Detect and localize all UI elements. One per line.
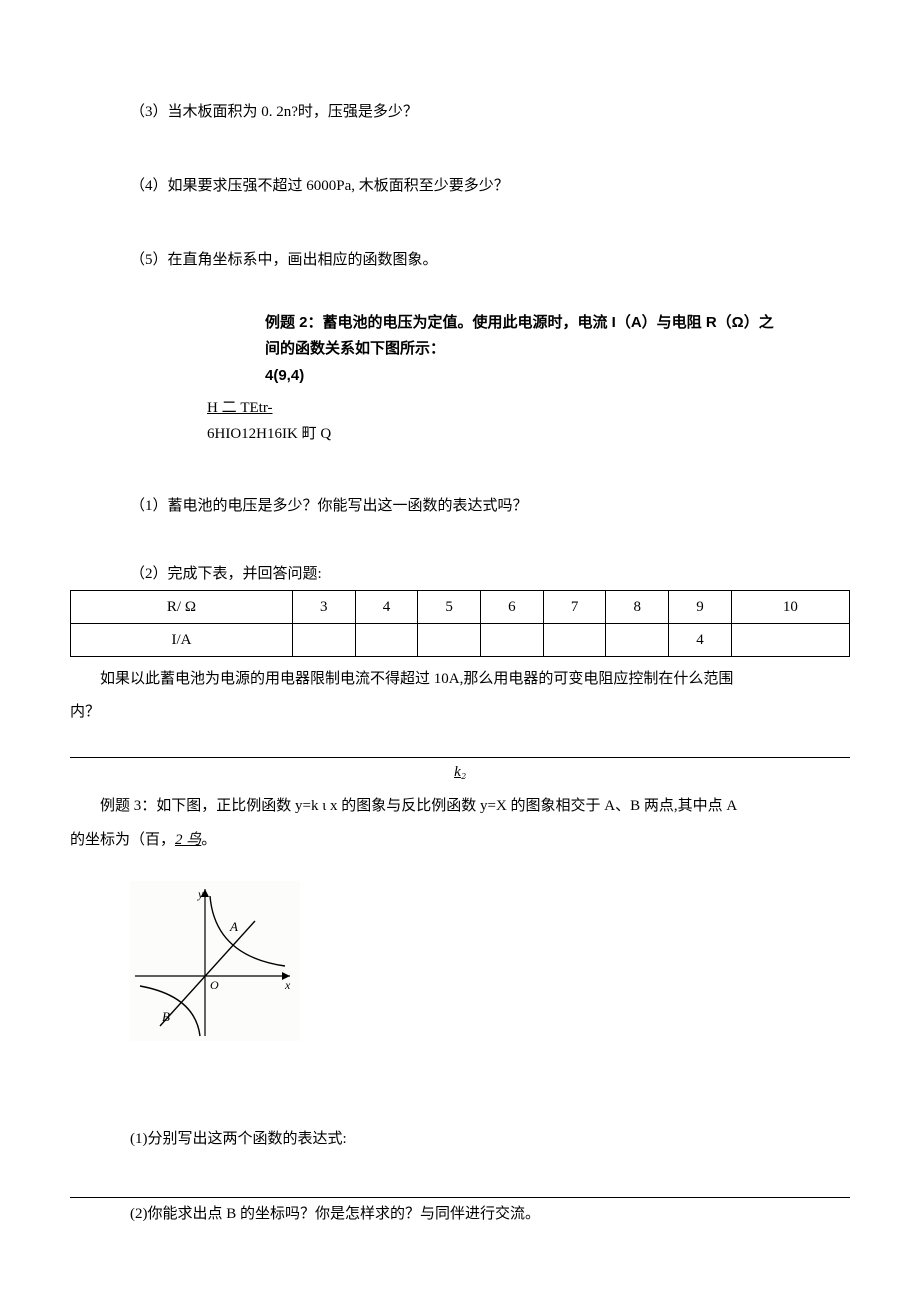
example-3-text1: 例题 3：如下图，正比例函数 y=k ι x 的图象与反比例函数 y=X 的图象… (100, 798, 737, 814)
table-header-cell: 5 (418, 590, 481, 623)
table-cell (606, 623, 669, 656)
question-2b: (2)你能求出点 B 的坐标吗？你是怎样求的？与同伴进行交流。 (130, 1202, 860, 1226)
example-2-line1: 例题 2：蓄电池的电压为定值。使用此电源时，电流 I（A）与电阻 R（Ω）之 (265, 310, 860, 336)
followup-paragraph-2: 内？ (70, 696, 850, 729)
horizontal-rule-2 (70, 1197, 850, 1198)
table-cell (543, 623, 606, 656)
table-header-cell: 3 (292, 590, 355, 623)
example-3-italic: 2 鸟 (175, 832, 201, 848)
example-3-prefix: 的坐标为（百， (70, 832, 175, 848)
sub-question-2-text: （2）完成下表，并回答问题: (130, 566, 322, 582)
table-cell (292, 623, 355, 656)
table-header-cell: 7 (543, 590, 606, 623)
table-cell (355, 623, 418, 656)
svg-text:O: O (210, 978, 219, 992)
followup-text: 如果以此蓄电池为电源的用电器限制电流不得超过 10A,那么用电器的可变电阻应控制… (100, 671, 733, 687)
svg-text:A: A (229, 919, 238, 934)
table-cell: 4 (669, 623, 732, 656)
garble-underlined: H 二 TEtr- (207, 400, 273, 416)
svg-text:y: y (197, 887, 204, 901)
question-4-text: （4）如果要求压强不超过 6000Pa, 木板面积至少要多少？ (130, 178, 509, 194)
example-3-line1: 例题 3：如下图，正比例函数 y=k ι x 的图象与反比例函数 y=X 的图象… (70, 788, 850, 824)
table-header-cell: 10 (731, 590, 849, 623)
question-1b-text: (1)分别写出这两个函数的表达式: (130, 1131, 347, 1147)
example-2-garble: H 二 TEtr- 6HIO12H16IK 町 Q (207, 395, 860, 448)
followup-paragraph: 如果以此蓄电池为电源的用电器限制电流不得超过 10A,那么用电器的可变电阻应控制… (70, 663, 850, 696)
sub-question-2-label: （2）完成下表，并回答问题: (130, 562, 860, 586)
table-header-cell: 6 (481, 590, 544, 623)
svg-text:B: B (162, 1009, 170, 1024)
sub-question-1: （1）蓄电池的电压是多少？你能写出这一函数的表达式吗？ (130, 494, 860, 518)
function-graph-icon: y x O A B (130, 881, 300, 1041)
example-3-line2: 的坐标为（百，2 鸟。 (70, 824, 850, 857)
question-4: （4）如果要求压强不超过 6000Pa, 木板面积至少要多少？ (130, 174, 860, 198)
example-2-coord: 4(9,4) (265, 363, 860, 389)
table-header-cell: 4 (355, 590, 418, 623)
table-cell: I/A (71, 623, 293, 656)
example-2-line2: 间的函数关系如下图所示： (265, 336, 860, 362)
question-5-text: （5）在直角坐标系中，画出相应的函数图象。 (130, 252, 438, 268)
question-3: （3）当木板面积为 0. 2n?时，压强是多少？ (130, 100, 860, 124)
document-page: （3）当木板面积为 0. 2n?时，压强是多少？ （4）如果要求压强不超过 60… (0, 0, 920, 1306)
followup-text-2: 内？ (70, 704, 100, 720)
svg-text:x: x (284, 978, 291, 992)
k-over-x-label: k₂ (60, 760, 860, 784)
question-1b: (1)分别写出这两个函数的表达式: (130, 1127, 860, 1151)
example-2-block: 例题 2：蓄电池的电压为定值。使用此电源时，电流 I（A）与电阻 R（Ω）之 间… (265, 310, 860, 448)
question-3-text: （3）当木板面积为 0. 2n?时，压强是多少？ (130, 104, 418, 120)
table-header-cell: 8 (606, 590, 669, 623)
table-row: I/A 4 (71, 623, 850, 656)
horizontal-rule (70, 757, 850, 758)
graph-figure: y x O A B (130, 881, 860, 1049)
question-5: （5）在直角坐标系中，画出相应的函数图象。 (130, 248, 860, 272)
table-cell (731, 623, 849, 656)
table-header-cell: 9 (669, 590, 732, 623)
table-cell (418, 623, 481, 656)
sub-question-1-text: （1）蓄电池的电压是多少？你能写出这一函数的表达式吗？ (130, 498, 528, 514)
garble-plain: 6HIO12H16IK 町 Q (207, 426, 331, 442)
resistance-current-table: R/ Ω 3 4 5 6 7 8 9 10 I/A 4 (70, 590, 850, 657)
table-header-cell: R/ Ω (71, 590, 293, 623)
table-cell (481, 623, 544, 656)
question-2b-text: (2)你能求出点 B 的坐标吗？你是怎样求的？与同伴进行交流。 (130, 1206, 540, 1222)
example-3-suffix: 。 (201, 832, 216, 848)
table-row: R/ Ω 3 4 5 6 7 8 9 10 (71, 590, 850, 623)
